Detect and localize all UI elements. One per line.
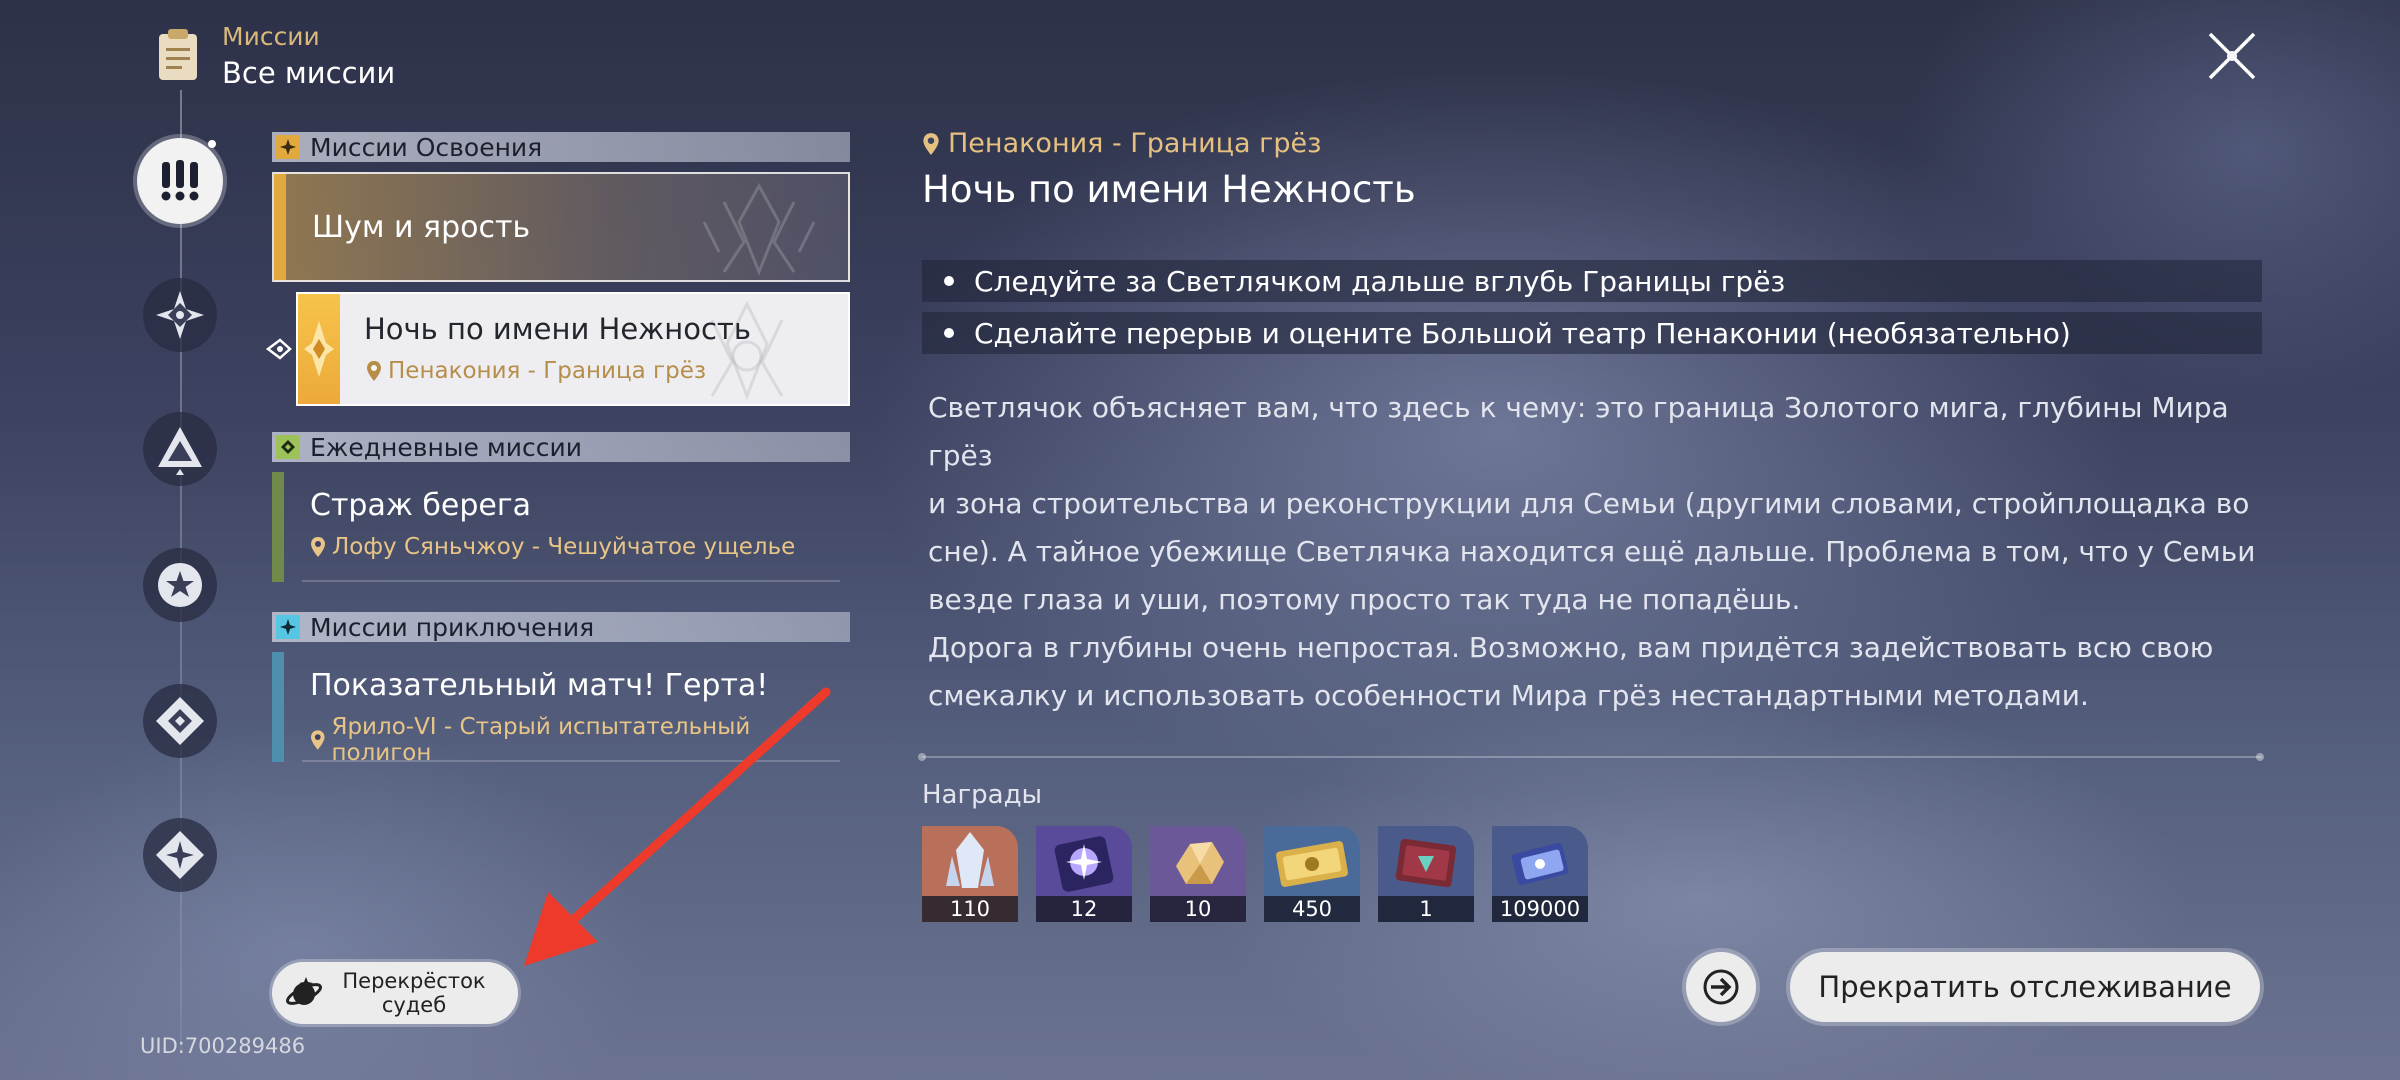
bullet bbox=[944, 328, 954, 338]
card-stripe bbox=[274, 174, 286, 280]
crossroads-button[interactable]: Перекрёсток судеб bbox=[272, 962, 518, 1024]
bullet bbox=[944, 276, 954, 286]
sidebar-item-daily[interactable] bbox=[143, 684, 217, 758]
triangle-icon bbox=[158, 427, 202, 475]
mission-title: Ночь по имени Нежность bbox=[922, 168, 1416, 211]
section-label: Миссии приключения bbox=[310, 612, 595, 642]
credit-ticket-icon bbox=[1276, 841, 1348, 887]
card-stripe bbox=[298, 294, 340, 404]
sidebar-item-adventure[interactable] bbox=[143, 548, 217, 622]
stop-tracking-button[interactable]: Прекратить отслеживание bbox=[1790, 952, 2260, 1022]
page-title: Все миссии bbox=[222, 56, 396, 90]
divider-dot bbox=[918, 753, 926, 761]
teleport-icon bbox=[1703, 969, 1739, 1005]
mission-location-text: Пенакония - Граница грёз bbox=[388, 358, 707, 384]
description-line: Дорога в глубины очень непростая. Возмож… bbox=[928, 631, 2214, 664]
reward-qty: 1 bbox=[1378, 896, 1474, 922]
reward-item[interactable]: 450 bbox=[1264, 826, 1360, 922]
description-line: Светлячок объясняет вам, что здесь к чем… bbox=[928, 391, 2229, 472]
selected-marker-icon bbox=[265, 338, 292, 360]
reward-item[interactable]: 109000 bbox=[1492, 826, 1588, 922]
sidebar-item-event[interactable] bbox=[143, 818, 217, 892]
diamond-star-icon bbox=[156, 291, 204, 339]
rewards-label: Награды bbox=[922, 780, 1043, 810]
annotation-arrow-icon bbox=[524, 687, 831, 966]
diamond-icon bbox=[156, 697, 204, 745]
objective-item: Следуйте за Светлячком дальше вглубь Гра… bbox=[922, 260, 2262, 302]
star-icon bbox=[158, 563, 202, 607]
section-header-adventure: Миссии приключения bbox=[272, 612, 850, 642]
detail-location: Пенакония - Граница грёз bbox=[922, 128, 1321, 159]
uid-label: UID:700289486 bbox=[140, 1034, 306, 1058]
mission-name: Шум и ярость bbox=[312, 210, 531, 245]
sidebar-active-dot bbox=[208, 140, 216, 148]
diamond-sparkle-icon bbox=[156, 831, 204, 879]
reward-item[interactable]: 10 bbox=[1150, 826, 1246, 922]
exclamation-icon bbox=[161, 160, 199, 201]
location-pin-icon bbox=[311, 537, 325, 557]
sidebar-item-companion[interactable] bbox=[143, 412, 217, 486]
close-x-icon[interactable] bbox=[2204, 28, 2260, 84]
divider-dot bbox=[2256, 753, 2264, 761]
daily-badge-icon bbox=[276, 435, 300, 459]
detail-location-text: Пенакония - Граница грёз bbox=[948, 128, 1322, 159]
section-label: Ежедневные миссии bbox=[310, 432, 582, 462]
trailblaze-badge-icon bbox=[276, 135, 300, 159]
gold-ore-icon bbox=[1176, 842, 1224, 884]
header-category: Миссии bbox=[222, 22, 320, 51]
mission-location: Лофу Сяньчжоу - Чешуйчатое ущелье bbox=[310, 534, 795, 560]
objective-item: Сделайте перерыв и оцените Большой театр… bbox=[922, 312, 2262, 354]
mission-location-text: Лофу Сяньчжоу - Чешуйчатое ущелье bbox=[332, 534, 796, 560]
divider bbox=[302, 580, 840, 582]
mission-card-daily[interactable]: Страж берега Лофу Сяньчжоу - Чешуйчатое … bbox=[272, 472, 840, 582]
description-line: везде глаза и уши, поэтому просто так ту… bbox=[928, 583, 1801, 616]
sidebar-item-all[interactable] bbox=[137, 138, 223, 224]
description-line: сне). А тайное убежище Светлячка находит… bbox=[928, 535, 2256, 568]
reward-qty: 110 bbox=[922, 896, 1018, 922]
reward-item[interactable]: 12 bbox=[1036, 826, 1132, 922]
mission-name: Ночь по имени Нежность bbox=[364, 312, 751, 346]
reward-qty: 109000 bbox=[1492, 896, 1588, 922]
mission-card-parent[interactable]: Шум и ярость bbox=[272, 172, 850, 282]
description-line: смекалку и использовать особенности Мира… bbox=[928, 679, 2089, 712]
crossroads-label: Перекрёсток судеб bbox=[342, 969, 486, 1017]
reward-item[interactable]: 1 bbox=[1378, 826, 1474, 922]
trailblaze-emblem-icon bbox=[304, 321, 334, 377]
reward-qty: 450 bbox=[1264, 896, 1360, 922]
book-icon bbox=[1395, 838, 1457, 888]
planet-icon bbox=[285, 977, 323, 1005]
card-stripe bbox=[272, 652, 284, 762]
star-rail-pass-icon bbox=[1054, 836, 1114, 892]
location-pin-icon bbox=[367, 361, 381, 381]
crystal-icon bbox=[946, 832, 994, 888]
divider bbox=[922, 756, 2262, 758]
mission-card-selected[interactable]: Ночь по имени Нежность Пенакония - Грани… bbox=[296, 292, 850, 406]
location-pin-icon bbox=[923, 132, 939, 155]
location-pin-icon bbox=[310, 730, 325, 750]
clipboard-icon bbox=[159, 29, 197, 80]
adventure-badge-icon bbox=[276, 615, 300, 639]
section-header-trailblaze: Миссии Освоения bbox=[272, 132, 850, 162]
reward-qty: 12 bbox=[1036, 896, 1132, 922]
reward-item[interactable]: 110 bbox=[922, 826, 1018, 922]
reward-qty: 10 bbox=[1150, 896, 1246, 922]
section-label: Миссии Освоения bbox=[310, 132, 543, 162]
credits-icon bbox=[1511, 843, 1569, 885]
section-header-daily: Ежедневные миссии bbox=[272, 432, 850, 462]
mission-location: Пенакония - Граница грёз bbox=[366, 358, 706, 384]
objective-text: Следуйте за Светлячком дальше вглубь Гра… bbox=[974, 264, 1786, 298]
sidebar-item-trailblaze[interactable] bbox=[143, 278, 217, 352]
mission-name: Страж берега bbox=[310, 488, 532, 523]
mission-description: Светлячок объясняет вам, что здесь к чем… bbox=[928, 384, 2268, 720]
objective-text: Сделайте перерыв и оцените Большой театр… bbox=[974, 316, 2071, 350]
description-line: и зона строительства и реконструкции для… bbox=[928, 487, 2250, 520]
emblem-watermark-icon bbox=[702, 182, 816, 276]
teleport-button[interactable] bbox=[1686, 952, 1756, 1022]
card-stripe bbox=[272, 472, 284, 582]
